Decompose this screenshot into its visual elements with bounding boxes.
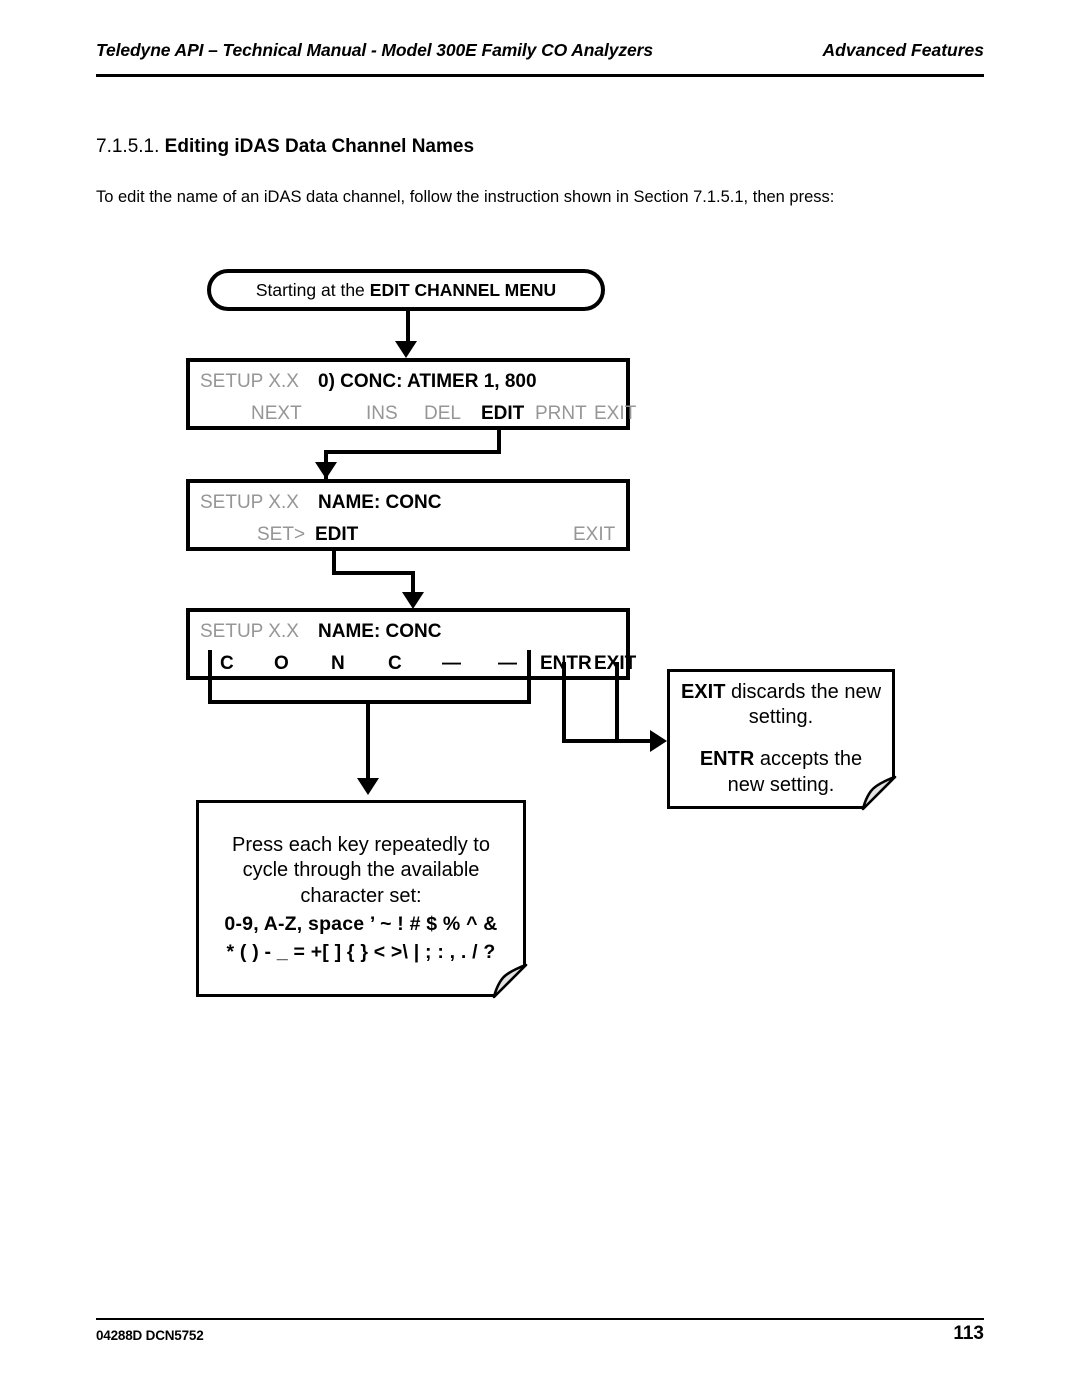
page-fold-icon bbox=[861, 775, 897, 811]
header-chapter-title: Advanced Features bbox=[822, 40, 984, 60]
display3-menu-label: SETUP X.X bbox=[200, 621, 299, 642]
display2-title: NAME: CONC bbox=[318, 492, 442, 513]
display1-title: 0) CONC: ATIMER 1, 800 bbox=[318, 371, 537, 392]
display3-title: NAME: CONC bbox=[318, 621, 442, 642]
footer-page-number: 113 bbox=[953, 1323, 984, 1344]
note-entr-entr-keyword: ENTR bbox=[699, 748, 755, 770]
bracket-entr-leg bbox=[562, 680, 566, 743]
display3-char-key-3[interactable]: N bbox=[331, 648, 345, 680]
display3-top-line: SETUP X.X NAME: CONC bbox=[190, 616, 626, 648]
section-paragraph: To edit the name of an iDAS data channel… bbox=[96, 188, 835, 206]
manual-page: Teledyne API – Technical Manual - Model … bbox=[0, 0, 1080, 1397]
flow-diagram: Starting at the EDIT CHANNEL MENU SETUP … bbox=[0, 0, 1080, 1397]
note-charset-chars-line1: 0-9, A-Z, space ’ ~ ! # $ % ^ & bbox=[224, 913, 498, 936]
display1-menu-label: SETUP X.X bbox=[200, 371, 299, 392]
arrowhead-display3 bbox=[402, 592, 424, 609]
arrowhead-display2 bbox=[315, 462, 337, 479]
note-charset-chars-line2: * ( ) - _ = +[ ] { } < >\ | ; : , . / ? bbox=[226, 941, 496, 964]
display2-top-line: SETUP X.X NAME: CONC bbox=[190, 487, 626, 519]
note-charset-line1: Press each key repeatedly to bbox=[232, 833, 490, 856]
display3-key-row: C O N C — — ENTR EXIT bbox=[190, 648, 636, 680]
note-entr-line3-rest: accepts the bbox=[754, 748, 863, 770]
display1-key-ins[interactable]: INS bbox=[366, 398, 398, 430]
section-title: Editing iDAS Data Channel Names bbox=[164, 136, 475, 157]
note-charset-line2: cycle through the available bbox=[242, 859, 480, 882]
display1-key-row: NEXT INS DEL EDIT PRNT EXIT bbox=[190, 398, 636, 430]
note-entr-exit-keyword: EXIT bbox=[680, 680, 726, 703]
arrowhead-charset-note bbox=[357, 778, 379, 795]
section-heading: 7.1.5.1. Editing iDAS Data Channel Names bbox=[96, 136, 474, 158]
page-footer: 04288D DCN5752 113 bbox=[96, 1318, 984, 1354]
note-entr-line4: new setting. bbox=[727, 773, 835, 796]
display3-tick-charkeys-left bbox=[208, 650, 212, 680]
display3-char-key-5[interactable]: — bbox=[442, 648, 461, 680]
connector-charkeys-to-note bbox=[366, 700, 370, 782]
footer-document-id: 04288D DCN5752 bbox=[96, 1328, 204, 1343]
display-box-channel-list: SETUP X.X 0) CONC: ATIMER 1, 800 NEXT IN… bbox=[186, 358, 636, 430]
page-header: Teledyne API – Technical Manual - Model … bbox=[96, 40, 984, 77]
section-number: 7.1.5.1. bbox=[96, 136, 160, 157]
bracket-exit-leg bbox=[615, 680, 619, 743]
display3-tick-entr bbox=[562, 662, 566, 680]
display1-key-prnt[interactable]: PRNT bbox=[535, 398, 587, 430]
display2-menu-label: SETUP X.X bbox=[200, 492, 299, 513]
display3-char-key-6[interactable]: — bbox=[498, 648, 517, 680]
display2-key-edit[interactable]: EDIT bbox=[315, 519, 358, 551]
display3-char-key-2[interactable]: O bbox=[274, 648, 289, 680]
note-entr-line1-rest: discards the new bbox=[725, 680, 882, 703]
page-fold-icon bbox=[492, 963, 528, 999]
note-charset-line3: character set: bbox=[300, 884, 422, 907]
arrowhead-entr-note bbox=[650, 730, 667, 752]
display1-top-line: SETUP X.X 0) CONC: ATIMER 1, 800 bbox=[190, 366, 626, 398]
header-manual-title: Teledyne API – Technical Manual - Model … bbox=[96, 40, 654, 60]
note-entr-line2: setting. bbox=[748, 706, 814, 729]
display1-key-edit[interactable]: EDIT bbox=[481, 398, 524, 430]
connector-display1-horizontal bbox=[324, 450, 501, 454]
display1-key-next[interactable]: NEXT bbox=[251, 398, 302, 430]
flow-start-emphasis: EDIT CHANNEL MENU bbox=[369, 279, 557, 300]
display2-key-row: SET> EDIT EXIT bbox=[190, 519, 626, 551]
display2-key-set[interactable]: SET> bbox=[257, 519, 305, 551]
display-box-name-menu: SETUP X.X NAME: CONC SET> EDIT EXIT bbox=[186, 479, 630, 551]
arrowhead-display1 bbox=[395, 341, 417, 358]
display3-tick-charkeys-right bbox=[527, 650, 531, 680]
flow-start-terminator: Starting at the EDIT CHANNEL MENU bbox=[207, 269, 605, 311]
display1-key-exit[interactable]: EXIT bbox=[594, 398, 636, 430]
display3-char-key-4[interactable]: C bbox=[388, 648, 402, 680]
note-character-set: Press each key repeatedly to cycle throu… bbox=[196, 800, 528, 999]
note-entr-line1: EXIT discards the new bbox=[681, 680, 881, 706]
note-entr-exit: EXIT discards the new setting. ENTR acce… bbox=[667, 669, 897, 811]
flow-start-prefix: Starting at the bbox=[255, 279, 365, 300]
connector-display2-horizontal bbox=[332, 571, 415, 575]
bracket-entrexit-bar bbox=[562, 739, 654, 743]
display3-tick-exit bbox=[615, 662, 619, 680]
display3-char-key-1[interactable]: C bbox=[220, 648, 234, 680]
display2-key-exit[interactable]: EXIT bbox=[573, 519, 615, 551]
connector-start-to-display1 bbox=[406, 311, 410, 341]
note-entr-line3: ENTR accepts the bbox=[700, 747, 862, 773]
display1-key-del[interactable]: DEL bbox=[424, 398, 461, 430]
